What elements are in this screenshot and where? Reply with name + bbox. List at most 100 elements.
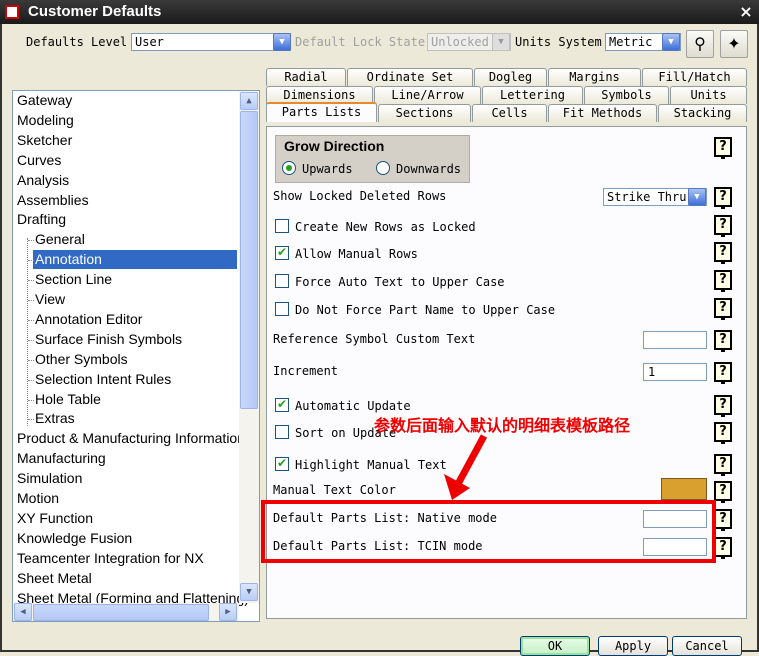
tree-item-extras[interactable]: Extras <box>35 409 75 428</box>
show-locked-label: Show Locked Deleted Rows <box>273 189 447 203</box>
tab-radial[interactable]: Radial <box>266 68 346 86</box>
tab-parts-lists[interactable]: Parts Lists <box>266 102 377 122</box>
manual-text-color-swatch[interactable] <box>661 478 707 500</box>
tree-item-simulation[interactable]: Simulation <box>17 469 82 488</box>
sort-on-update-checkbox[interactable] <box>275 425 289 439</box>
tree-item-assemblies[interactable]: Assemblies <box>17 191 89 210</box>
tree-item-sketcher[interactable]: Sketcher <box>17 131 72 150</box>
increment-label: Increment <box>273 364 339 378</box>
force-auto-checkbox[interactable] <box>275 274 289 288</box>
scroll-right-icon[interactable]: ▶ <box>219 603 237 621</box>
defaults-level-select[interactable]: User <box>131 33 291 51</box>
tree-item-hole-table[interactable]: Hole Table <box>35 390 101 409</box>
tab-margins[interactable]: Margins <box>548 68 641 86</box>
tree-item-product-manufacturing-information[interactable]: Product & Manufacturing Information <box>17 429 245 448</box>
tab-fit-methods[interactable]: Fit Methods <box>548 104 657 122</box>
help-icon[interactable]: ? <box>714 362 732 384</box>
highlight-manual-checkbox[interactable] <box>275 456 289 471</box>
help-icon[interactable]: ? <box>714 537 732 559</box>
close-icon[interactable]: × <box>737 3 755 21</box>
tree-item-section-line[interactable]: Section Line <box>35 270 112 289</box>
scroll-up-icon[interactable]: ▲ <box>240 92 258 110</box>
tab-units[interactable]: Units <box>670 86 747 104</box>
tree-item-view[interactable]: View <box>35 290 65 309</box>
tree-item-knowledge-fusion[interactable]: Knowledge Fusion <box>17 529 132 548</box>
increment-input[interactable]: 1 <box>643 363 707 381</box>
allow-manual-checkbox[interactable] <box>275 245 289 260</box>
tab-ordinate-set[interactable]: Ordinate Set <box>347 68 473 86</box>
help-icon[interactable]: ? <box>714 395 732 417</box>
tree-item-motion[interactable]: Motion <box>17 489 59 508</box>
tab-cells[interactable]: Cells <box>472 104 547 122</box>
units-system-label: Units System <box>515 35 602 49</box>
tab-fill-hatch[interactable]: Fill/Hatch <box>642 68 747 86</box>
category-tree[interactable]: Gateway Modeling Sketcher Curves Analysis Ass… <box>12 90 260 622</box>
tab-lettering[interactable]: Lettering <box>482 86 583 104</box>
hscroll-thumb[interactable] <box>33 604 209 621</box>
tree-connector <box>28 379 34 381</box>
tree-item-surface-finish-symbols[interactable]: Surface Finish Symbols <box>35 330 182 349</box>
annotation-highlight-box <box>261 500 716 563</box>
chevron-down-icon[interactable]: ▼ <box>688 188 706 206</box>
tree-item-drafting[interactable]: Drafting <box>17 210 66 229</box>
chevron-down-icon[interactable]: ▼ <box>273 33 291 51</box>
apply-button[interactable]: Apply <box>598 636 668 656</box>
tree-item-manufacturing[interactable]: Manufacturing <box>17 449 106 468</box>
tree-item-annotation[interactable]: Annotation <box>33 250 237 270</box>
tree-connector <box>28 399 34 401</box>
help-icon[interactable]: ? <box>714 454 732 476</box>
help-icon[interactable]: ? <box>714 215 732 237</box>
tab-line-arrow[interactable]: Line/Arrow <box>374 86 481 104</box>
chevron-down-icon[interactable]: ▼ <box>662 33 680 51</box>
scroll-thumb[interactable] <box>240 111 258 409</box>
ok-button[interactable]: OK <box>520 636 590 656</box>
help-icon[interactable]: ? <box>714 481 732 503</box>
defaults-level-label: Defaults Level <box>26 35 128 49</box>
tree-item-selection-intent-rules[interactable]: Selection Intent Rules <box>35 370 171 389</box>
upwards-radio[interactable] <box>282 161 296 175</box>
tree-item-modeling[interactable]: Modeling <box>17 111 74 130</box>
tree-connector <box>27 238 28 426</box>
help-icon[interactable]: ? <box>714 137 732 159</box>
tab-symbols[interactable]: Symbols <box>584 86 669 104</box>
title-bar: Customer Defaults × <box>0 0 759 24</box>
grow-direction-group: Grow Direction Upwards Downwards <box>275 135 470 183</box>
tree-item-sheet-metal[interactable]: Sheet Metal <box>17 569 92 588</box>
tree-item-teamcenter-integration-for-nx[interactable]: Teamcenter Integration for NX <box>17 549 204 568</box>
tree-item-curves[interactable]: Curves <box>17 151 61 170</box>
ref-symbol-input[interactable] <box>643 331 707 349</box>
scroll-left-icon[interactable]: ◀ <box>14 603 32 621</box>
help-icon[interactable]: ? <box>714 242 732 264</box>
tree-item-other-symbols[interactable]: Other Symbols <box>35 350 128 369</box>
help-icon[interactable]: ? <box>714 330 732 352</box>
tree-item-general[interactable]: General <box>35 230 85 249</box>
tree-item-xy-function[interactable]: XY Function <box>17 509 93 528</box>
auto-update-checkbox[interactable] <box>275 397 289 412</box>
lock-state-label: Default Lock State <box>295 35 426 49</box>
tree-connector <box>28 319 34 321</box>
tab-stacking[interactable]: Stacking <box>658 104 747 122</box>
vertical-scrollbar[interactable]: ▲ ▼ <box>239 91 259 603</box>
tab-dogleg[interactable]: Dogleg <box>474 68 547 86</box>
tree-item-annotation-editor[interactable]: Annotation Editor <box>35 310 142 329</box>
help-icon[interactable]: ? <box>714 187 732 209</box>
help-icon[interactable]: ? <box>714 270 732 292</box>
tree-connector <box>28 240 34 242</box>
help-icon[interactable]: ? <box>714 422 732 444</box>
scroll-down-icon[interactable]: ▼ <box>240 583 258 601</box>
tree-connector <box>28 419 34 421</box>
cancel-button[interactable]: Cancel <box>672 636 742 656</box>
wizard-icon[interactable]: ✦ <box>720 30 748 58</box>
do-not-force-checkbox[interactable] <box>275 302 289 316</box>
tree-item-gateway[interactable]: Gateway <box>17 91 72 110</box>
horizontal-scrollbar[interactable]: ◀ ▶ <box>13 603 239 621</box>
binoculars-icon[interactable]: ⚲ <box>686 30 714 58</box>
create-locked-checkbox[interactable] <box>275 219 289 233</box>
manual-text-color-label: Manual Text Color <box>273 483 396 497</box>
help-icon[interactable]: ? <box>714 298 732 320</box>
help-icon[interactable]: ? <box>714 509 732 531</box>
tab-sections[interactable]: Sections <box>378 104 471 122</box>
window-title: Customer Defaults <box>28 3 162 20</box>
tree-item-analysis[interactable]: Analysis <box>17 171 69 190</box>
downwards-radio[interactable] <box>376 161 390 175</box>
